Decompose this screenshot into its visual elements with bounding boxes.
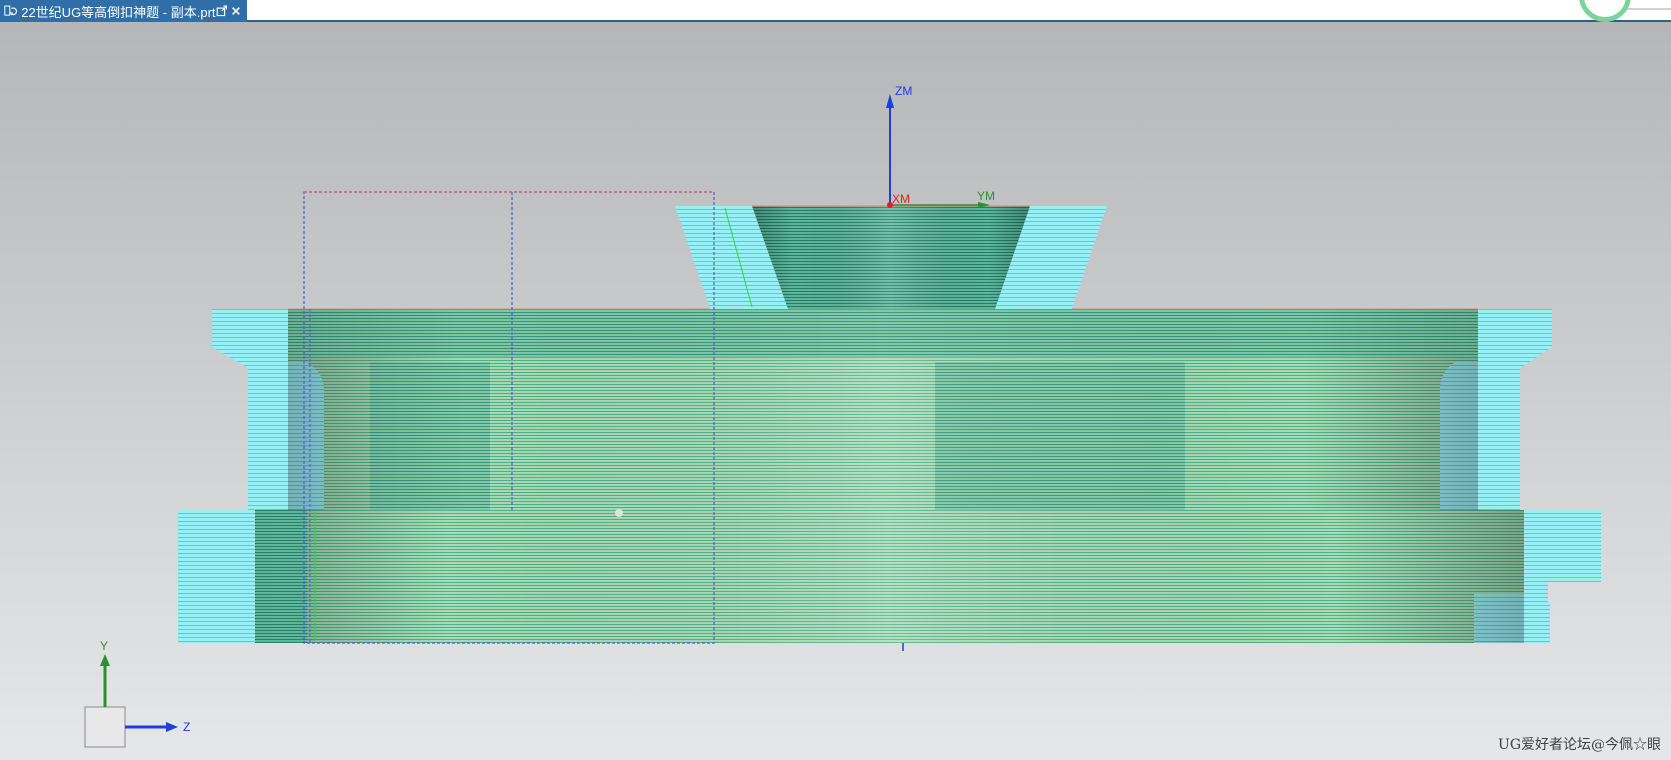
model-view[interactable]: ZM XM YM Y Z	[0, 22, 1671, 760]
part-lower-shading	[255, 510, 1524, 643]
graphics-viewport[interactable]: ZM XM YM Y Z	[0, 22, 1671, 760]
part-pocket-right	[935, 362, 1185, 510]
wcs-x-label: XM	[892, 192, 910, 206]
popout-window-icon[interactable]	[216, 4, 228, 18]
document-tab-title: 22世纪UG等高倒扣神题 - 副本.prt	[21, 4, 216, 20]
busy-indicator-icon	[1579, 0, 1631, 22]
close-icon[interactable]	[231, 5, 241, 17]
part-center-point	[615, 509, 623, 517]
part-pocket-left	[370, 362, 490, 510]
triad-z-label: Z	[183, 720, 190, 734]
wcs-y-label: YM	[977, 189, 995, 203]
wcs-z-label: ZM	[895, 84, 912, 98]
document-tab-bar: 22世纪UG等高倒扣神题 - 副本.prt	[0, 0, 1671, 22]
document-tab[interactable]: 22世纪UG等高倒扣神题 - 副本.prt	[0, 0, 247, 22]
part-lower-left-wall	[255, 510, 307, 643]
triad-y-label: Y	[100, 639, 108, 653]
part-top-boss-shading	[752, 206, 1030, 309]
toolbar-edge	[1626, 0, 1671, 10]
part-middle-top-band	[288, 309, 1478, 357]
part-file-icon	[4, 5, 17, 16]
forum-watermark: UG爱好者论坛@今佩☆眼	[1498, 737, 1661, 753]
